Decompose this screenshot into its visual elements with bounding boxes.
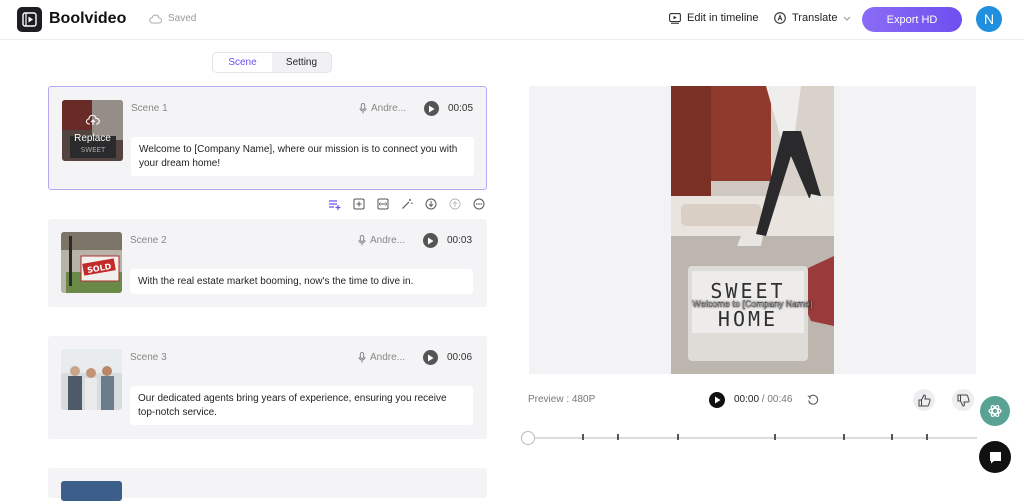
timeline-track[interactable] — [528, 437, 977, 439]
translate-icon — [774, 12, 786, 24]
scene-label: Scene 3 — [130, 352, 167, 363]
chat-icon — [989, 451, 1001, 463]
scene-marker — [774, 434, 776, 440]
download-icon[interactable] — [422, 197, 439, 211]
scene-card-3[interactable]: Scene 3 Andre... 00:06 Our dedicated age… — [48, 336, 487, 439]
scene-marker — [677, 434, 679, 440]
scene-thumbnail[interactable] — [61, 349, 122, 410]
openai-icon — [988, 405, 1002, 417]
voice-name: Andre... — [370, 352, 406, 363]
magic-wand-icon[interactable] — [398, 197, 415, 211]
upload-icon — [86, 114, 100, 125]
top-bar: Boolvideo Saved Edit in timeline Transla… — [0, 0, 1024, 40]
assistant-button[interactable] — [980, 396, 1010, 426]
add-text-icon[interactable] — [326, 197, 343, 211]
preview-quality: Preview : 480P — [528, 394, 596, 405]
play-icon — [714, 396, 720, 404]
saved-label: Saved — [168, 13, 197, 24]
scene-marker — [617, 434, 619, 440]
play-button[interactable] — [709, 392, 725, 408]
voice-name: Andre... — [370, 235, 406, 246]
scene-card-4[interactable] — [48, 468, 487, 501]
replay-icon[interactable] — [807, 393, 819, 411]
export-hd-button[interactable]: Export HD — [862, 7, 962, 32]
add-scene-icon[interactable] — [350, 197, 367, 211]
scene-card-2[interactable]: SOLD Scene 2 Andre... 00:03 With the rea… — [48, 219, 487, 307]
edit-in-timeline-button[interactable]: Edit in timeline — [669, 12, 759, 24]
chat-support-button[interactable] — [979, 441, 1011, 473]
saved-status: Saved — [149, 13, 196, 24]
timeline-icon — [669, 12, 681, 24]
scene-script-text[interactable]: Welcome to [Company Name], where our mis… — [131, 137, 474, 176]
scene-label: Scene 1 — [131, 103, 168, 114]
thumbs-down-icon — [957, 394, 970, 407]
video-caption: Welcome to [Company Name] — [692, 299, 813, 309]
scene-script-text[interactable]: With the real estate market booming, now… — [130, 269, 473, 294]
tab-setting[interactable]: Setting — [272, 53, 331, 72]
playback-time: 00:00 / 00:46 — [734, 394, 792, 405]
video-preview[interactable]: SWEET HOME Welcome to [Company Name] — [671, 86, 834, 374]
user-avatar[interactable]: N — [976, 6, 1002, 32]
translate-label: Translate — [792, 12, 838, 24]
tab-scene[interactable]: Scene — [213, 53, 272, 72]
scene-toolbar — [326, 197, 487, 211]
scene-script-text[interactable]: Our dedicated agents bring years of expe… — [130, 386, 473, 425]
scene-card-1[interactable]: SWEET Replace Scene 1 Andre... 00:05 Wel… — [48, 86, 487, 190]
edit-in-timeline-label: Edit in timeline — [687, 12, 759, 24]
voice-selector[interactable]: Andre... — [359, 103, 406, 114]
voice-selector[interactable]: Andre... — [358, 352, 405, 363]
upload-circle-icon[interactable] — [446, 197, 463, 211]
scene-duration: 00:03 — [447, 235, 473, 246]
video-preview-area: SWEET HOME Welcome to [Company Name] — [529, 86, 976, 374]
voice-name: Andre... — [371, 103, 407, 114]
scene-thumbnail[interactable]: SOLD — [61, 232, 122, 293]
scene-duration: 00:05 — [448, 103, 474, 114]
thumbs-up-button[interactable] — [913, 389, 935, 411]
thumbs-up-icon — [918, 393, 931, 406]
scene-label: Scene 2 — [130, 235, 167, 246]
scene-setting-tabs: Scene Setting — [212, 52, 332, 73]
app-name: Boolvideo — [49, 10, 127, 27]
scene-marker — [582, 434, 584, 440]
microphone-icon — [358, 235, 366, 246]
play-icon[interactable] — [423, 350, 438, 365]
scene-thumbnail[interactable] — [61, 481, 122, 501]
timeline-scrubber-handle[interactable] — [521, 431, 535, 445]
cloud-icon — [149, 14, 162, 23]
sign-line-2: HOME — [718, 307, 778, 331]
thumbs-down-button[interactable] — [952, 389, 974, 411]
microphone-icon — [359, 103, 367, 114]
translate-button[interactable]: Translate — [774, 12, 851, 24]
more-icon[interactable] — [470, 197, 487, 211]
replace-label[interactable]: Replace — [62, 133, 123, 144]
scene-marker — [891, 434, 893, 440]
play-icon[interactable] — [424, 101, 439, 116]
scene-marker — [926, 434, 928, 440]
scene-duration: 00:06 — [447, 352, 473, 363]
total-time: 00:46 — [767, 394, 793, 405]
logo-icon — [17, 7, 42, 32]
microphone-icon — [358, 352, 366, 363]
split-icon[interactable] — [374, 197, 391, 211]
scene-marker — [843, 434, 845, 440]
scene-thumbnail[interactable]: SWEET Replace — [62, 100, 123, 161]
voice-selector[interactable]: Andre... — [358, 235, 405, 246]
chevron-down-icon — [844, 16, 851, 21]
play-icon[interactable] — [423, 233, 438, 248]
current-time: 00:00 — [734, 394, 760, 405]
